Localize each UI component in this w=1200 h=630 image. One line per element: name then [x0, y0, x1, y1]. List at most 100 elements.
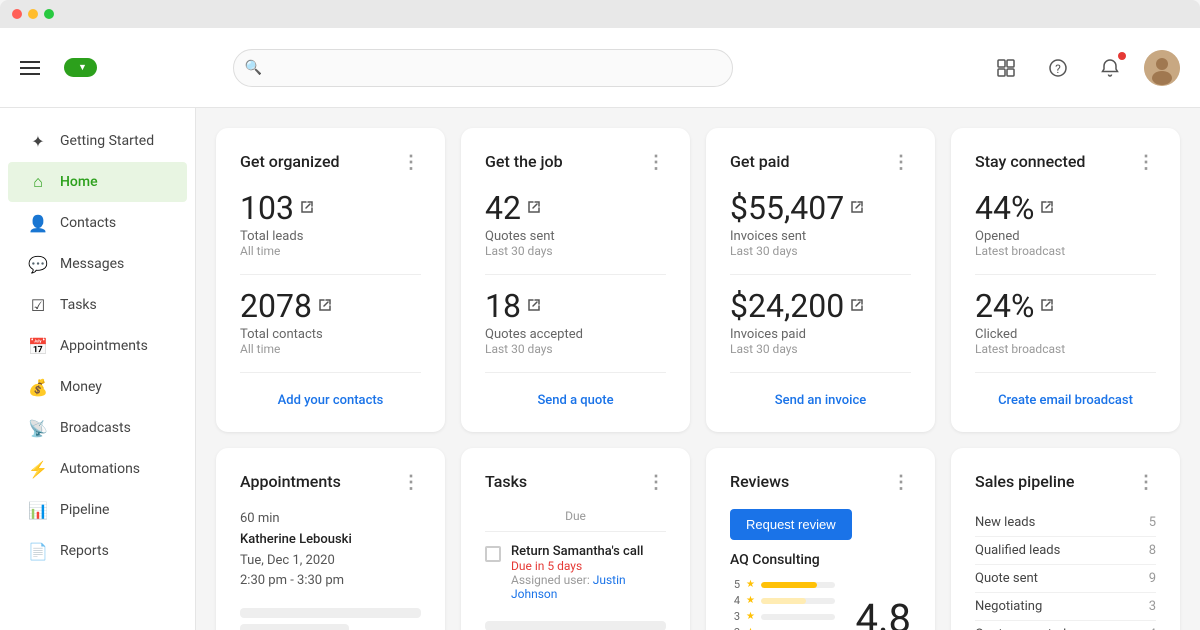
card-header-get-paid: Get paid ⋮ [730, 152, 911, 173]
sidebar-item-messages[interactable]: 💬 Messages [8, 244, 187, 284]
card-title-get-the-job: Get the job [485, 152, 563, 171]
card-menu-reviews[interactable]: ⋮ [892, 472, 911, 493]
sidebar-item-broadcasts[interactable]: 📡 Broadcasts [8, 408, 187, 448]
card-header-reviews: Reviews ⋮ [730, 472, 911, 493]
card-menu-tasks[interactable]: ⋮ [647, 472, 666, 493]
stat-number-primary-stay-connected: 44% [975, 189, 1156, 227]
card-action-stay-connected[interactable]: Create email broadcast [975, 385, 1156, 408]
sidebar-label-broadcasts: Broadcasts [60, 420, 131, 436]
stat-label-secondary-get-the-job: Quotes accepted [485, 327, 666, 342]
sidebar-label-pipeline: Pipeline [60, 502, 110, 518]
sidebar-item-tasks[interactable]: ☑ Tasks [8, 285, 187, 325]
search-bar [233, 49, 733, 87]
task-assigned: Assigned user: Justin Johnson [511, 573, 666, 601]
stat-secondary-get-paid: $24,200 Invoices paid Last 30 days [730, 287, 911, 356]
stat-sublabel-secondary-get-paid: Last 30 days [730, 342, 911, 356]
card-header-tasks: Tasks ⋮ [485, 472, 666, 493]
stat-primary-get-organized: 103 Total leads All time [240, 189, 421, 258]
rating-big: 4.8 [843, 578, 911, 630]
card-menu-pipeline[interactable]: ⋮ [1137, 472, 1156, 493]
new-badge[interactable]: ▼ [64, 58, 97, 77]
sidebar-icon-messages: 💬 [28, 254, 48, 274]
help-icon[interactable]: ? [1040, 50, 1076, 86]
sidebar-label-messages: Messages [60, 256, 124, 272]
pipeline-item: Quote sent 9 [975, 565, 1156, 593]
sidebar-item-getting-started[interactable]: ✦ Getting Started [8, 121, 187, 161]
sidebar-icon-automations: ⚡ [28, 459, 48, 479]
grid-icon[interactable] [988, 50, 1024, 86]
card-menu-stay-connected[interactable]: ⋮ [1137, 152, 1156, 173]
close-dot[interactable] [12, 9, 22, 19]
sidebar-item-contacts[interactable]: 👤 Contacts [8, 203, 187, 243]
task-item: Return Samantha's call Due in 5 days Ass… [485, 544, 666, 601]
card-tasks: Tasks ⋮ Due Return Samantha's call Due i… [461, 448, 690, 630]
search-input[interactable] [233, 49, 733, 87]
external-link-primary-get-paid[interactable] [850, 199, 864, 218]
card-menu-get-the-job[interactable]: ⋮ [647, 152, 666, 173]
sidebar-item-reports[interactable]: 📄 Reports [8, 531, 187, 571]
request-review-button[interactable]: Request review [730, 509, 852, 540]
appointment-duration: 60 min [240, 509, 421, 530]
external-link-secondary-get-the-job[interactable] [527, 297, 541, 316]
appointment-name: Katherine Lebouski [240, 530, 421, 551]
sidebar-icon-contacts: 👤 [28, 213, 48, 233]
card-header-get-organized: Get organized ⋮ [240, 152, 421, 173]
card-menu-get-paid[interactable]: ⋮ [892, 152, 911, 173]
content: Get organized ⋮ 103 Total leads All time… [196, 108, 1200, 630]
card-menu-appointments[interactable]: ⋮ [402, 472, 421, 493]
sidebar-label-automations: Automations [60, 461, 140, 477]
card-header-get-the-job: Get the job ⋮ [485, 152, 666, 173]
card-get-the-job: Get the job ⋮ 42 Quotes sent Last 30 day… [461, 128, 690, 432]
avatar[interactable] [1144, 50, 1180, 86]
sidebar-icon-getting-started: ✦ [28, 131, 48, 151]
sidebar-icon-home: ⌂ [28, 172, 48, 192]
new-badge-arrow-icon: ▼ [78, 62, 87, 73]
stat-number-secondary-get-organized: 2078 [240, 287, 421, 325]
placeholder-bar-2 [240, 624, 349, 630]
maximize-dot[interactable] [44, 9, 54, 19]
external-link-primary-get-the-job[interactable] [527, 199, 541, 218]
card-action-get-paid[interactable]: Send an invoice [730, 385, 911, 408]
card-title-tasks: Tasks [485, 472, 527, 491]
menu-icon[interactable] [20, 61, 40, 75]
card-sales-pipeline: Sales pipeline ⋮ New leads 5 Qualified l… [951, 448, 1180, 630]
sidebar-icon-tasks: ☑ [28, 295, 48, 315]
pipeline-item: Negotiating 3 [975, 593, 1156, 621]
sidebar-label-home: Home [60, 174, 98, 190]
external-link-primary-stay-connected[interactable] [1040, 199, 1054, 218]
sidebar-item-home[interactable]: ⌂ Home [8, 162, 187, 202]
card-action-get-organized[interactable]: Add your contacts [240, 385, 421, 408]
appointment-date: Tue, Dec 1, 2020 [240, 551, 421, 572]
external-link-primary-get-organized[interactable] [300, 199, 314, 218]
sidebar: ✦ Getting Started ⌂ Home 👤 Contacts 💬 Me… [0, 108, 196, 630]
task-checkbox[interactable] [485, 546, 501, 562]
card-stay-connected: Stay connected ⋮ 44% Opened Latest broad… [951, 128, 1180, 432]
pipeline-item: Qualified leads 8 [975, 537, 1156, 565]
sidebar-item-pipeline[interactable]: 📊 Pipeline [8, 490, 187, 530]
sidebar-item-automations[interactable]: ⚡ Automations [8, 449, 187, 489]
stat-sublabel-primary-stay-connected: Latest broadcast [975, 244, 1156, 258]
card-get-paid: Get paid ⋮ $55,407 Invoices sent Last 30… [706, 128, 935, 432]
external-link-secondary-get-paid[interactable] [850, 297, 864, 316]
card-header-pipeline: Sales pipeline ⋮ [975, 472, 1156, 493]
sidebar-item-money[interactable]: 💰 Money [8, 367, 187, 407]
card-menu-get-organized[interactable]: ⋮ [402, 152, 421, 173]
stat-label-secondary-get-organized: Total contacts [240, 327, 421, 342]
stat-label-primary-stay-connected: Opened [975, 229, 1156, 244]
card-action-get-the-job[interactable]: Send a quote [485, 385, 666, 408]
external-link-secondary-get-organized[interactable] [318, 297, 332, 316]
external-link-secondary-stay-connected[interactable] [1040, 297, 1054, 316]
sidebar-item-appointments[interactable]: 📅 Appointments [8, 326, 187, 366]
bar-row-5: 5 ★ [730, 578, 835, 591]
main: ✦ Getting Started ⌂ Home 👤 Contacts 💬 Me… [0, 108, 1200, 630]
stat-sublabel-primary-get-paid: Last 30 days [730, 244, 911, 258]
notification-icon[interactable] [1092, 50, 1128, 86]
card-title-reviews: Reviews [730, 472, 789, 491]
cards-row-1: Get organized ⋮ 103 Total leads All time… [216, 128, 1180, 432]
card-title-appointments: Appointments [240, 472, 341, 491]
card-get-organized: Get organized ⋮ 103 Total leads All time… [216, 128, 445, 432]
bar-row-3: 3 ★ [730, 610, 835, 623]
stat-secondary-get-the-job: 18 Quotes accepted Last 30 days [485, 287, 666, 356]
minimize-dot[interactable] [28, 9, 38, 19]
topbar-right: ? [988, 50, 1180, 86]
